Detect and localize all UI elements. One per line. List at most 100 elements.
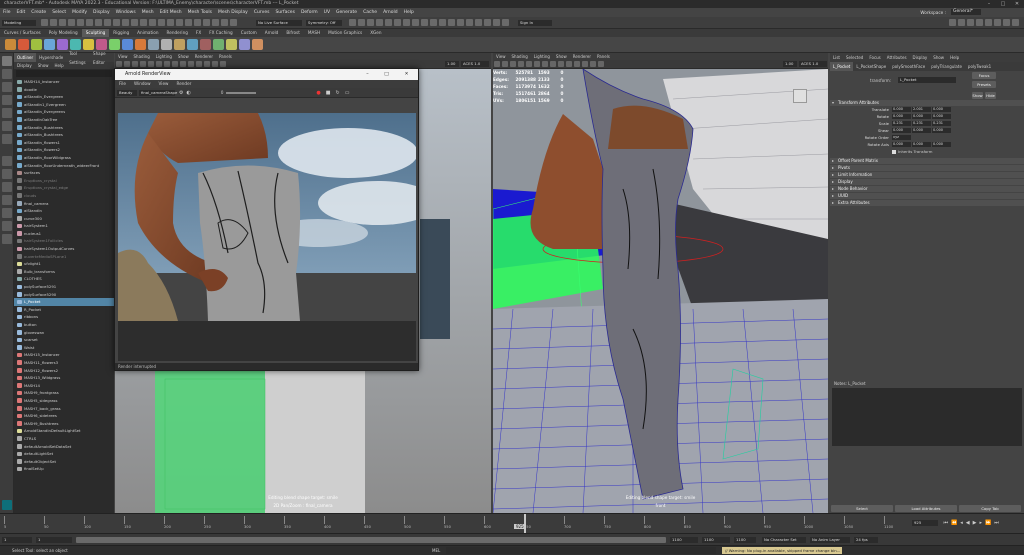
image-plane-icon[interactable] bbox=[140, 61, 146, 67]
section-offset-parent-matrix[interactable]: Offset Parent Matrix bbox=[830, 158, 1024, 164]
menu-mesh-tools[interactable]: Mesh Tools bbox=[188, 10, 212, 15]
close-button[interactable]: ✕ bbox=[1010, 0, 1024, 8]
outliner-item[interactable]: aiStandIn_Bushtrees bbox=[14, 124, 114, 132]
menu-help[interactable]: Help bbox=[404, 10, 414, 15]
show-button[interactable]: Show bbox=[972, 91, 983, 99]
status-tool-icon[interactable] bbox=[421, 19, 428, 26]
section-display[interactable]: Display bbox=[830, 179, 1024, 185]
outliner-item[interactable]: hairSystem1OutputCurves bbox=[14, 245, 114, 253]
outliner-tab-tool-settings[interactable]: Tool Settings bbox=[66, 49, 90, 67]
status-tool-icon[interactable] bbox=[131, 19, 138, 26]
node-tab-l-pocket[interactable]: L_Pocket bbox=[830, 62, 854, 71]
arnold-renderview-window[interactable]: Arnold RenderView – □ ✕ File Window View Re… bbox=[114, 68, 419, 371]
outliner-item[interactable]: aiStandIn_Evergreens bbox=[14, 108, 114, 116]
outliner-item[interactable]: aiStandIn_Evergreen bbox=[14, 93, 114, 101]
view-cube-icon[interactable] bbox=[793, 89, 807, 103]
attr-value-field[interactable]: 0.000 bbox=[932, 107, 951, 112]
refresh-icon[interactable]: ↻ bbox=[336, 90, 340, 96]
start-frame-field[interactable]: 1 bbox=[2, 536, 32, 543]
time-slider[interactable]: 5 50 100 150 200 250 300 350 400 450 500 550 600 650 7… bbox=[0, 513, 1024, 533]
attr-menu-focus[interactable]: Focus bbox=[866, 53, 883, 62]
renderview-menu-view[interactable]: View bbox=[155, 80, 173, 88]
exposure-value[interactable]: 0 bbox=[221, 90, 224, 95]
attr-value-field[interactable]: 0.000 bbox=[912, 128, 931, 133]
node-tab-polytriangulate[interactable]: polyTriangulate bbox=[928, 62, 965, 71]
live-surface-field[interactable]: No Live Surface bbox=[256, 19, 302, 26]
status-tool-icon[interactable] bbox=[403, 19, 410, 26]
status-tool-icon[interactable] bbox=[349, 19, 356, 26]
shelf-tool-icon[interactable] bbox=[200, 39, 211, 50]
rotate-axis-x[interactable]: 0.000 bbox=[892, 142, 911, 147]
status-tool-icon[interactable] bbox=[976, 19, 983, 26]
render-icon[interactable]: ● bbox=[316, 90, 320, 96]
outliner-tab-outliner[interactable]: Outliner bbox=[14, 53, 37, 62]
shelf-tool-icon[interactable] bbox=[213, 39, 224, 50]
viewport-menu-renderer[interactable]: Renderer bbox=[192, 53, 216, 60]
viewport-menu-panels[interactable]: Panels bbox=[216, 53, 235, 60]
attr-value-field[interactable]: 0.231 bbox=[912, 121, 931, 126]
status-tool-icon[interactable] bbox=[77, 19, 84, 26]
status-tool-icon[interactable] bbox=[122, 19, 129, 26]
outliner-item[interactable]: aiStandIn1_Evergreen bbox=[14, 101, 114, 109]
grid-icon[interactable] bbox=[2, 234, 12, 244]
status-tool-icon[interactable] bbox=[385, 19, 392, 26]
status-tool-icon[interactable] bbox=[358, 19, 365, 26]
status-tool-icon[interactable] bbox=[68, 19, 75, 26]
outliner-item[interactable]: MASH9_Bushtrees bbox=[14, 420, 114, 428]
shelf-tool-icon[interactable] bbox=[252, 39, 263, 50]
inherits-checkbox[interactable] bbox=[892, 149, 896, 154]
status-tool-icon[interactable] bbox=[176, 19, 183, 26]
character-set-dropdown[interactable]: No Character Set bbox=[762, 536, 806, 543]
attr-value-field[interactable]: 0.000 bbox=[892, 128, 911, 133]
outliner-item[interactable]: Waist bbox=[14, 344, 114, 352]
menu-curves[interactable]: Curves bbox=[254, 10, 270, 15]
outliner-item[interactable]: MASH11_flowers3 bbox=[14, 359, 114, 367]
lights-icon[interactable] bbox=[574, 61, 580, 67]
shelf-tab-mash[interactable]: MASH bbox=[304, 29, 324, 37]
shelf-tab-animation[interactable]: Animation bbox=[133, 29, 162, 37]
outliner-item[interactable]: Eruptions_crystal bbox=[14, 177, 114, 185]
transform-name-field[interactable]: L_Pocket bbox=[898, 77, 956, 83]
current-frame-field[interactable]: 925 bbox=[912, 520, 938, 526]
outliner-item[interactable]: aiStandIn_flowers2 bbox=[14, 146, 114, 154]
shelf-tool-icon[interactable] bbox=[239, 39, 250, 50]
status-tool-icon[interactable] bbox=[958, 19, 965, 26]
viewport-menu-shading[interactable]: Shading bbox=[509, 53, 531, 60]
status-tool-icon[interactable] bbox=[448, 19, 455, 26]
grid-icon[interactable] bbox=[148, 61, 154, 67]
viewport-left-colorspace[interactable]: ACES 1.0 SDR-video bbox=[461, 61, 489, 67]
shelf-tab-fx-caching[interactable]: FX Caching bbox=[205, 29, 237, 37]
section-node-behavior[interactable]: Node Behavior bbox=[830, 186, 1024, 192]
signin-button[interactable]: Sign In bbox=[518, 19, 552, 26]
viewport-menu-panels[interactable]: Panels bbox=[594, 53, 613, 60]
status-tool-icon[interactable] bbox=[221, 19, 228, 26]
shelf-tab-rigging[interactable]: Rigging bbox=[109, 29, 133, 37]
outliner-item[interactable]: aiStandIn_floorUnderneath_wideerFront bbox=[14, 162, 114, 170]
resolution-gate-icon[interactable] bbox=[542, 61, 548, 67]
lock-icon[interactable] bbox=[124, 61, 130, 67]
status-tool-icon[interactable] bbox=[376, 19, 383, 26]
status-tool-icon[interactable] bbox=[985, 19, 992, 26]
status-tool-icon[interactable] bbox=[502, 19, 509, 26]
outliner-item[interactable]: nucleus1 bbox=[14, 230, 114, 238]
ao-icon[interactable] bbox=[212, 61, 218, 67]
attr-value-field[interactable]: 0.000 bbox=[912, 114, 931, 119]
menu-generate[interactable]: Generate bbox=[336, 10, 357, 15]
shelf-tool-icon[interactable] bbox=[135, 39, 146, 50]
menu-cache[interactable]: Cache bbox=[363, 10, 377, 15]
status-tool-icon[interactable] bbox=[41, 19, 48, 26]
shelf-tab-poly-modeling[interactable]: Poly Modeling bbox=[45, 29, 82, 37]
smooth-shade-icon[interactable] bbox=[558, 61, 564, 67]
outliner-item[interactable]: defaultLightSet bbox=[14, 450, 114, 458]
outliner-search-input[interactable] bbox=[16, 70, 112, 77]
viewport-left-zoom[interactable]: 1.00 bbox=[445, 61, 459, 67]
shadows-icon[interactable] bbox=[204, 61, 210, 67]
outliner-item[interactable]: aiStandInOakTree bbox=[14, 116, 114, 124]
status-tool-icon[interactable] bbox=[949, 19, 956, 26]
shelf-tab-sculpting[interactable]: Sculpting bbox=[81, 29, 110, 37]
outliner-item[interactable]: aiStandIn_flowers1 bbox=[14, 139, 114, 147]
search-icon[interactable] bbox=[2, 221, 12, 231]
shelf-tool-icon[interactable] bbox=[44, 39, 55, 50]
outliner-item[interactable]: ufvlight1 bbox=[14, 260, 114, 268]
shelf-tab-custom[interactable]: Custom bbox=[237, 29, 261, 37]
